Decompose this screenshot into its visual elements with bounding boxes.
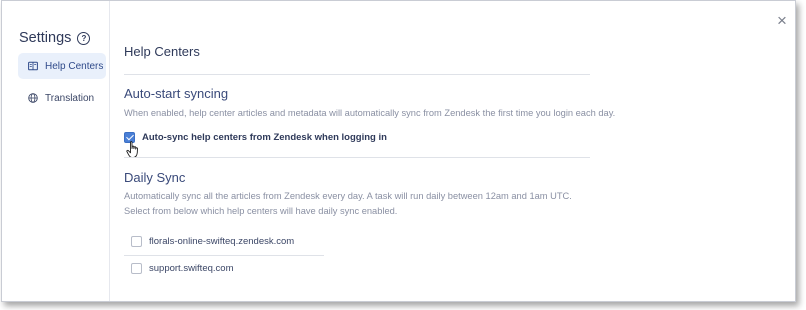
list-item[interactable]: florals-online-swifteq.zendesk.com bbox=[131, 236, 294, 247]
auto-sync-label: Auto-sync help centers from Zendesk when… bbox=[142, 132, 387, 143]
help-center-checkbox[interactable] bbox=[131, 263, 142, 274]
divider bbox=[124, 255, 324, 256]
page-title: Help Centers bbox=[124, 44, 200, 59]
sidebar-item-label: Translation bbox=[45, 92, 95, 104]
auto-start-title: Auto-start syncing bbox=[124, 86, 229, 101]
divider bbox=[124, 157, 590, 158]
sidebar-item-help-centers[interactable]: Help Centers bbox=[18, 53, 106, 79]
knowledge-base-icon bbox=[28, 61, 38, 71]
help-icon[interactable]: ? bbox=[77, 31, 91, 45]
divider bbox=[124, 74, 590, 75]
list-item[interactable]: support.swifteq.com bbox=[131, 263, 233, 274]
settings-sidebar: Settings ? Help Centers Translation bbox=[2, 1, 110, 301]
sidebar-item-label: Help Centers bbox=[45, 60, 104, 72]
help-center-label: support.swifteq.com bbox=[149, 263, 234, 274]
daily-sync-title: Daily Sync bbox=[124, 170, 186, 185]
settings-heading: Settings ? bbox=[19, 30, 91, 46]
daily-sync-description: Automatically sync all the articles from… bbox=[124, 191, 572, 201]
auto-sync-option[interactable]: Auto-sync help centers from Zendesk when… bbox=[124, 132, 387, 143]
help-center-checkbox[interactable] bbox=[131, 236, 142, 247]
sidebar-item-translation[interactable]: Translation bbox=[18, 85, 106, 111]
close-icon[interactable]: × bbox=[774, 12, 790, 29]
globe-icon bbox=[28, 93, 38, 103]
settings-title: Settings bbox=[19, 30, 72, 46]
daily-sync-instruction: Select from below which help centers wil… bbox=[124, 206, 398, 216]
help-center-label: florals-online-swifteq.zendesk.com bbox=[149, 236, 295, 247]
settings-dialog: × Settings ? Help Centers Translation He… bbox=[1, 0, 796, 302]
auto-start-description: When enabled, help center articles and m… bbox=[124, 108, 616, 118]
